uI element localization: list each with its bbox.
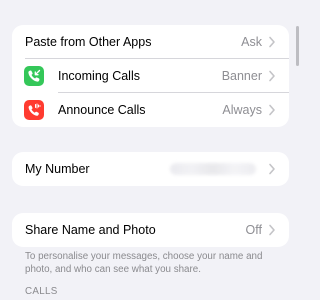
incoming-calls-row[interactable]: Incoming Calls Banner (12, 59, 289, 93)
chevron-right-icon (269, 163, 275, 175)
my-number-label: My Number (25, 162, 90, 176)
share-name-photo-group: Share Name and Photo Off (12, 213, 289, 247)
share-name-photo-row[interactable]: Share Name and Photo Off (12, 213, 289, 247)
share-name-photo-label: Share Name and Photo (25, 223, 156, 237)
paste-from-other-apps-value: Ask (241, 35, 262, 49)
calls-section-header: CALLS (25, 286, 58, 297)
my-number-group: My Number (12, 152, 289, 186)
share-name-photo-footer: To personalise your messages, choose you… (25, 251, 263, 275)
chevron-right-icon (269, 224, 275, 236)
phone-announce-icon (24, 100, 44, 120)
call-settings-group: Paste from Other Apps Ask Incoming Calls… (12, 25, 289, 127)
chevron-right-icon (269, 36, 275, 48)
share-name-photo-value: Off (245, 223, 262, 237)
paste-from-other-apps-row[interactable]: Paste from Other Apps Ask (12, 25, 289, 59)
my-number-row[interactable]: My Number (12, 152, 289, 186)
announce-calls-value: Always (222, 103, 262, 117)
redacted-phone-number (170, 163, 256, 175)
scroll-indicator[interactable] (296, 26, 299, 66)
incoming-calls-label: Incoming Calls (58, 69, 140, 83)
incoming-calls-value: Banner (221, 69, 262, 83)
announce-calls-label: Announce Calls (58, 103, 146, 117)
announce-calls-row[interactable]: Announce Calls Always (12, 93, 289, 127)
paste-from-other-apps-label: Paste from Other Apps (25, 35, 152, 49)
phone-incoming-icon (24, 66, 44, 86)
chevron-right-icon (269, 104, 275, 116)
chevron-right-icon (269, 70, 275, 82)
